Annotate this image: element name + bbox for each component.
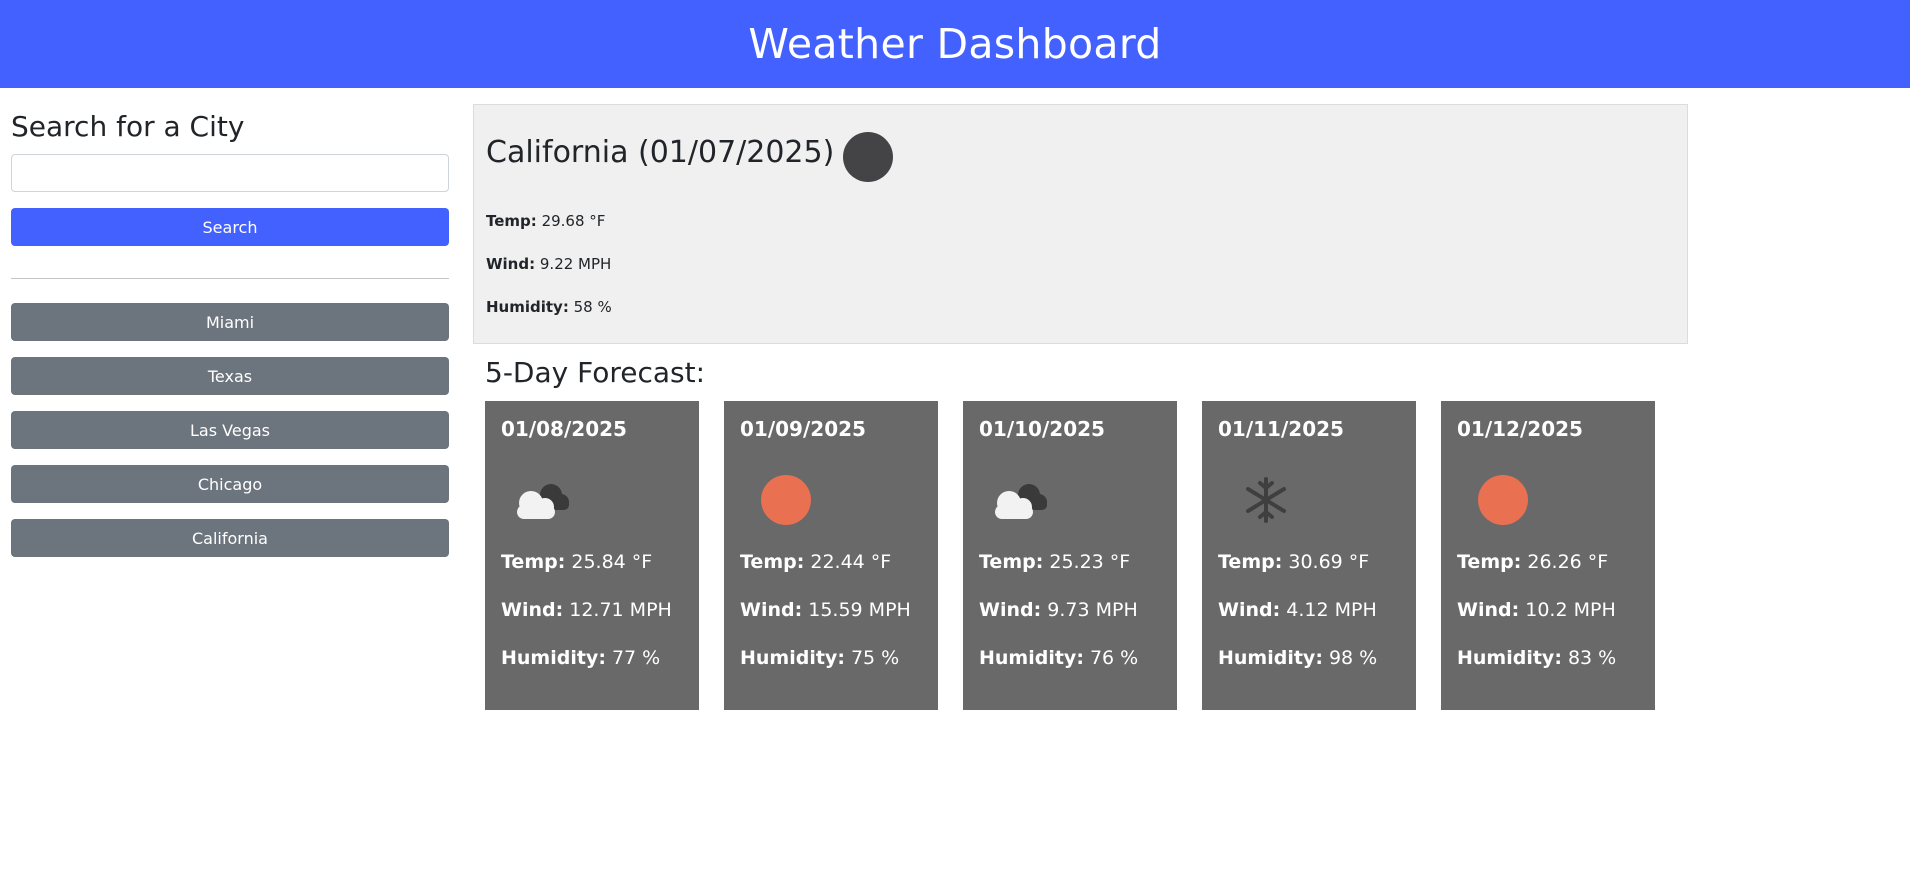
forecast-card: 01/09/2025 Temp: 22.44 °F Wind: 15.59 MP… [724,401,938,710]
cloud-icon [517,484,569,519]
forecast-date: 01/08/2025 [501,417,627,441]
snowflake-icon [1246,477,1286,523]
current-humidity: Humidity: 58 % [486,298,612,316]
forecast-temp: Temp: 25.84 °F [501,551,653,573]
forecast-wind: Wind: 12.71 MPH [501,599,672,621]
page-title: Weather Dashboard [748,20,1162,68]
forecast-humidity: Humidity: 77 % [501,647,661,669]
city-search-input[interactable] [11,154,449,192]
history-button-miami[interactable]: Miami [11,303,449,341]
forecast-humidity: Humidity: 98 % [1218,647,1378,669]
current-city-title: California (01/07/2025) [486,135,835,170]
forecast-humidity: Humidity: 76 % [979,647,1139,669]
app-header: Weather Dashboard [0,0,1910,88]
forecast-card: 01/12/2025 Temp: 26.26 °F Wind: 10.2 MPH… [1441,401,1655,710]
cloud-icon [995,484,1047,519]
current-wind: Wind: 9.22 MPH [486,255,612,273]
forecast-card: 01/10/2025 Temp: 25.23 °F Wind: 9.73 MPH… [963,401,1177,710]
forecast-title: 5-Day Forecast: [485,356,706,389]
current-temp: Temp: 29.68 °F [486,212,606,230]
forecast-wind: Wind: 4.12 MPH [1218,599,1377,621]
forecast-wind: Wind: 15.59 MPH [740,599,911,621]
search-heading: Search for a City [11,110,245,143]
forecast-wind: Wind: 10.2 MPH [1457,599,1616,621]
history-button-california[interactable]: California [11,519,449,557]
forecast-date: 01/10/2025 [979,417,1105,441]
forecast-humidity: Humidity: 75 % [740,647,900,669]
forecast-card: 01/08/2025 Temp: 25.84 °F Wind: 12.71 MP… [485,401,699,710]
history-button-las-vegas[interactable]: Las Vegas [11,411,449,449]
forecast-date: 01/12/2025 [1457,417,1583,441]
history-button-texas[interactable]: Texas [11,357,449,395]
search-history: Miami Texas Las Vegas Chicago California [11,303,449,573]
moon-icon [843,132,893,182]
forecast-cards: 01/08/2025 Temp: 25.84 °F Wind: 12.71 MP… [485,401,1695,711]
forecast-temp: Temp: 26.26 °F [1457,551,1609,573]
sun-icon [1478,475,1528,525]
forecast-date: 01/11/2025 [1218,417,1344,441]
forecast-temp: Temp: 22.44 °F [740,551,892,573]
forecast-wind: Wind: 9.73 MPH [979,599,1138,621]
forecast-temp: Temp: 25.23 °F [979,551,1131,573]
history-button-chicago[interactable]: Chicago [11,465,449,503]
sun-icon [761,475,811,525]
forecast-temp: Temp: 30.69 °F [1218,551,1370,573]
forecast-date: 01/09/2025 [740,417,866,441]
divider [11,278,449,279]
search-button[interactable]: Search [11,208,449,246]
forecast-humidity: Humidity: 83 % [1457,647,1617,669]
forecast-card: 01/11/2025 Temp: 30.69 °F Wind: 4.12 MPH… [1202,401,1416,710]
current-weather-panel: California (01/07/2025) Temp: 29.68 °F W… [473,104,1688,344]
